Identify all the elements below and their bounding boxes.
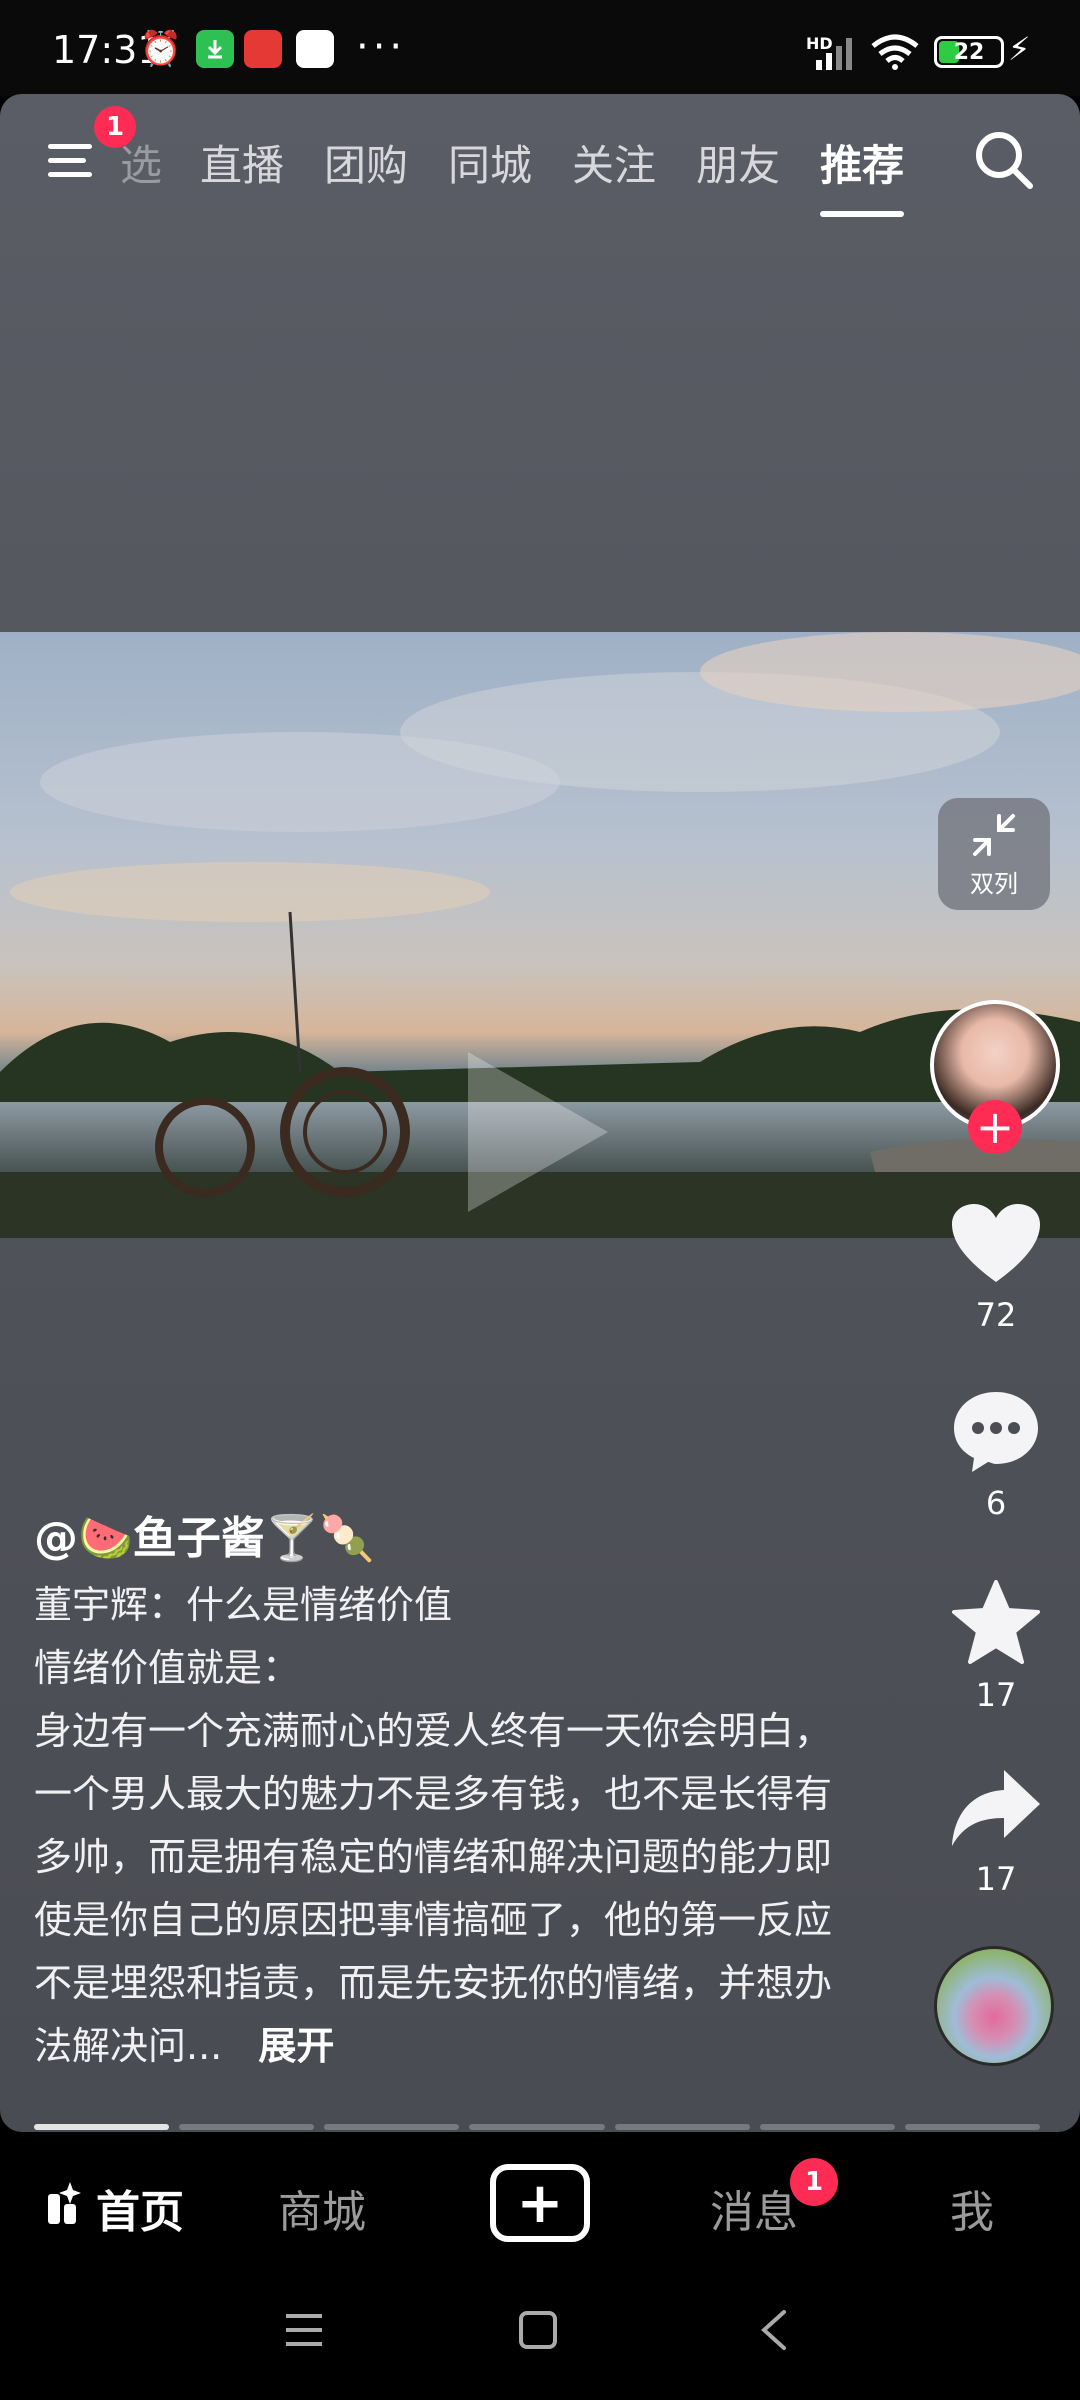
- system-navigation: [0, 2270, 1080, 2400]
- nav-mall[interactable]: 商城: [278, 2176, 366, 2240]
- wallet-app-icon: [296, 30, 334, 68]
- menu-button[interactable]: [44, 130, 104, 190]
- video-feed-card[interactable]: 1 选 直播 团购 同城 关注 朋友 推荐 双列 + 72 6 17 17 @🍉…: [0, 94, 1080, 2132]
- collapse-icon: [973, 813, 1015, 856]
- dual-column-button[interactable]: 双列: [938, 798, 1050, 910]
- comment-count: 6: [985, 1484, 1007, 1522]
- tab-following[interactable]: 关注: [572, 132, 656, 193]
- signal-icon: [816, 38, 852, 70]
- favorite-action[interactable]: 17: [940, 1578, 1052, 1714]
- alarm-icon: ⏰: [139, 29, 183, 69]
- shopping-app-icon: [244, 30, 282, 68]
- share-icon: [952, 1770, 1040, 1846]
- share-action[interactable]: 17: [940, 1766, 1052, 1898]
- tab-featured[interactable]: 选: [120, 132, 164, 193]
- expand-link[interactable]: 展开: [258, 2024, 334, 2068]
- nav-messages[interactable]: 消息: [710, 2176, 798, 2240]
- like-count: 72: [975, 1296, 1017, 1334]
- feed-tabs: 选 直播 团购 同城 关注 朋友 推荐: [120, 132, 944, 217]
- search-icon[interactable]: [972, 128, 1036, 192]
- comment-action[interactable]: 6: [940, 1388, 1052, 1522]
- charging-icon: ⚡: [1008, 30, 1031, 68]
- comment-icon: [954, 1392, 1038, 1472]
- like-action[interactable]: 72: [940, 1202, 1052, 1334]
- status-bar: 17:31 ⏰ ··· HD 22 ⚡: [0, 0, 1080, 96]
- home-button-icon[interactable]: [518, 2310, 558, 2350]
- play-icon[interactable]: [468, 1052, 608, 1212]
- battery-indicator: 22: [934, 36, 1004, 68]
- bottom-navigation: 首页 商城 + 消息 1 我: [0, 2134, 1080, 2270]
- description-line: 董宇辉：什么是情绪价值: [34, 1583, 453, 1627]
- tab-friends[interactable]: 朋友: [696, 132, 780, 193]
- nav-me[interactable]: 我: [950, 2176, 994, 2240]
- star-icon: [952, 1580, 1040, 1664]
- create-button[interactable]: +: [490, 2164, 590, 2242]
- author-name[interactable]: @🍉鱼子酱🍸🍡: [34, 1502, 374, 1566]
- home-icon: [48, 2182, 81, 2224]
- battery-level: 22: [953, 39, 985, 65]
- heart-icon: [952, 1204, 1040, 1282]
- carousel-progress: [34, 2124, 1040, 2132]
- more-notifications: ···: [356, 24, 407, 70]
- tab-recommended[interactable]: 推荐: [820, 132, 905, 217]
- dual-column-label: 双列: [970, 869, 1018, 898]
- post-description[interactable]: 董宇辉：什么是情绪价值 情绪价值就是： 身边有一个充满耐心的爱人终有一天你会明白…: [34, 1574, 834, 2078]
- music-disc[interactable]: [934, 1946, 1054, 2066]
- tab-live[interactable]: 直播: [200, 132, 284, 193]
- recent-apps-icon[interactable]: [284, 2310, 324, 2350]
- messages-badge: 1: [790, 2158, 838, 2206]
- favorite-count: 17: [975, 1676, 1017, 1714]
- description-body: 身边有一个充满耐心的爱人终有一天你会明白，一个男人最大的魅力不是多有钱，也不是长…: [34, 1709, 833, 2068]
- download-app-icon: [196, 30, 234, 68]
- nav-home[interactable]: 首页: [96, 2176, 184, 2240]
- wifi-icon: [871, 34, 919, 70]
- tab-group-buy[interactable]: 团购: [324, 132, 408, 193]
- video-player[interactable]: [0, 632, 1080, 1238]
- top-navigation: 1 选 直播 团购 同城 关注 朋友 推荐: [0, 94, 1080, 234]
- description-line: 情绪价值就是：: [34, 1646, 301, 1690]
- follow-button[interactable]: +: [968, 1100, 1022, 1154]
- share-count: 17: [975, 1860, 1017, 1898]
- back-icon[interactable]: [758, 2308, 790, 2352]
- tab-nearby[interactable]: 同城: [448, 132, 532, 193]
